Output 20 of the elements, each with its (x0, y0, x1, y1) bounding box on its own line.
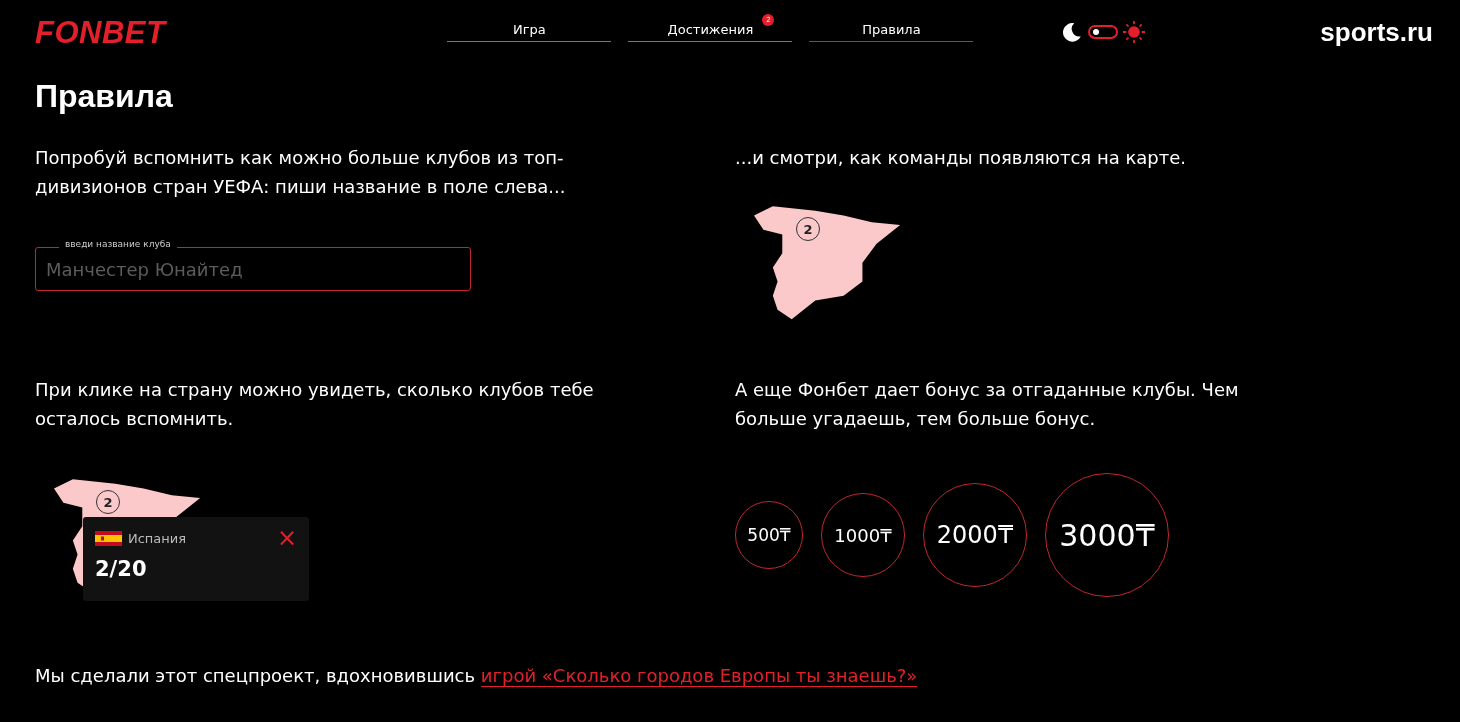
game-link[interactable]: игрой «Сколько городов Европы ты знаешь?» (480, 665, 918, 687)
country-name: Испания (128, 530, 187, 546)
moon-icon (1061, 21, 1084, 43)
partner-logo[interactable]: sports.ru (1320, 16, 1433, 48)
nav-tab[interactable]: Правила (809, 22, 974, 42)
sun-icon (1123, 21, 1146, 43)
flag-icon (95, 530, 122, 546)
theme-toggle[interactable] (1088, 25, 1119, 39)
step-description: ...и смотри, как команды появляются на карте. (735, 146, 1188, 170)
footer-text: Мы сделали этот спецпроект, вдохновившись игрой «Сколько городов Европы ты знаешь?» (35, 665, 919, 686)
close-button[interactable]: × (276, 529, 297, 547)
club-score: 2/20 (95, 557, 147, 581)
step-description: А еще Фонбет дает бонус за отгаданные клубы. Чем больше угадаешь, тем больше бонус. (735, 378, 1240, 431)
field-label: введи название клуба (59, 239, 177, 249)
page-title: Правила (35, 78, 174, 115)
nav-tab[interactable]: Игра (447, 22, 612, 42)
step-description: Попробуй вспомнить как можно больше клубов из топ-дивизионов стран УЕФА: пиши название в поле слева... (35, 146, 567, 199)
brand-logo[interactable]: FONBET (35, 15, 166, 51)
country-map[interactable] (754, 206, 901, 320)
step-description: При клике на страну можно увидеть, сколько клубов тебе осталось вспомнить. (35, 378, 595, 431)
